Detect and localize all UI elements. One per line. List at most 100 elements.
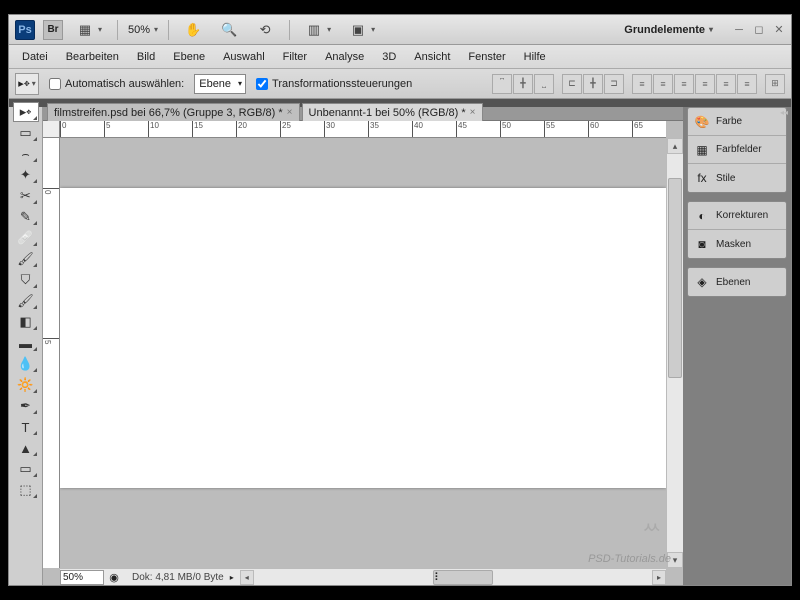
rotate-icon: ⟲ [256, 21, 274, 39]
horizontal-scroll-track[interactable]: ⠇ [254, 570, 652, 585]
screen-icon: ▣ [349, 21, 367, 39]
move-tool[interactable]: ▸✥ [13, 102, 39, 122]
stile-icon: fx [694, 170, 710, 186]
tab-label: Unbenannt-1 bei 50% (RGB/8) * [309, 107, 466, 119]
blur-tool[interactable]: 💧 [13, 354, 39, 374]
tab-close-icon[interactable]: × [287, 107, 293, 118]
panel-label: Farbfelder [716, 144, 762, 155]
distribute-top-button[interactable]: ≡ [632, 74, 652, 94]
close-button[interactable]: ✕ [773, 24, 785, 36]
menu-auswahl[interactable]: Auswahl [214, 47, 274, 67]
menu-hilfe[interactable]: Hilfe [515, 47, 555, 67]
rotate-view-button[interactable]: ⟲ [251, 20, 279, 40]
pen-tool[interactable]: ✒ [13, 396, 39, 416]
gradient-tool[interactable]: ▬ [13, 333, 39, 353]
watermark-text: PSD-Tutorials.de [588, 553, 671, 565]
type-tool[interactable]: T [13, 417, 39, 437]
document-tab[interactable]: filmstreifen.psd bei 66,7% (Gruppe 3, RG… [47, 103, 300, 121]
minimize-button[interactable]: ─ [733, 24, 745, 36]
panel-farbe[interactable]: 🎨Farbe [688, 108, 786, 136]
align-top-button[interactable]: ⎴ [492, 74, 512, 94]
transform-controls-checkbox[interactable]: Transformationssteuerungen [256, 78, 412, 90]
vertical-scrollbar[interactable]: ▴ ▾ [666, 138, 683, 568]
zoom-selector[interactable]: 50% [128, 24, 158, 36]
magic-wand-tool[interactable]: ✦ [13, 165, 39, 185]
document-tab[interactable]: Unbenannt-1 bei 50% (RGB/8) * × [302, 103, 483, 121]
screen-mode-button[interactable]: ▣ [344, 20, 380, 40]
brush-tool[interactable]: 🖌 [13, 249, 39, 269]
masken-icon: ◙ [694, 236, 710, 252]
align-right-button[interactable]: ⊐ [604, 74, 624, 94]
workspace-selector[interactable]: Grundelemente [620, 24, 717, 36]
distribute-right-button[interactable]: ≡ [737, 74, 757, 94]
horizontal-scroll-thumb[interactable]: ⠇ [433, 570, 493, 585]
menu-fenster[interactable]: Fenster [459, 47, 514, 67]
dodge-tool[interactable]: 🔆 [13, 375, 39, 395]
align-hcenter-button[interactable]: ╋ [583, 74, 603, 94]
current-tool-indicator[interactable]: ▸✥ [15, 73, 39, 95]
auto-select-dropdown[interactable]: Ebene [194, 74, 246, 94]
status-icon[interactable]: ◉ [104, 571, 124, 584]
panel-masken[interactable]: ◙Masken [688, 230, 786, 258]
panel-stile[interactable]: fxStile [688, 164, 786, 192]
view-extras-button[interactable]: ▦ [71, 20, 107, 40]
crop-tool[interactable]: ✂ [13, 186, 39, 206]
menu-3d[interactable]: 3D [373, 47, 405, 67]
3d-tool[interactable]: ⬚ [13, 480, 39, 500]
ebenen-icon: ◈ [694, 274, 710, 290]
path-selection-tool[interactable]: ▲ [13, 438, 39, 458]
scroll-left-arrow-icon[interactable]: ◂ [240, 570, 254, 585]
menu-datei[interactable]: Datei [13, 47, 57, 67]
horizontal-ruler[interactable]: 0510152025303540455055606570 [60, 121, 666, 138]
align-group: ⎴ ╋ ⎵ ⊏ ╋ ⊐ ≡ ≡ ≡ ≡ ≡ ≡ ⊞ [492, 74, 785, 94]
vertical-ruler[interactable]: 05 [43, 138, 60, 568]
healing-brush-tool[interactable]: 🩹 [13, 228, 39, 248]
auto-select-checkbox[interactable]: Automatisch auswählen: [49, 78, 184, 90]
magnifier-icon: 🔍 [220, 21, 238, 39]
vertical-scroll-thumb[interactable] [668, 178, 682, 378]
history-brush-tool[interactable]: 🖌 [13, 291, 39, 311]
auto-select-input[interactable] [49, 78, 61, 90]
menu-bearbeiten[interactable]: Bearbeiten [57, 47, 128, 67]
menu-ansicht[interactable]: Ansicht [405, 47, 459, 67]
panel-ebenen[interactable]: ◈Ebenen [688, 268, 786, 296]
clone-stamp-tool[interactable]: ⛉ [13, 270, 39, 290]
collapse-panels-icon[interactable]: ◂◂ [780, 108, 788, 117]
hand-tool-button[interactable]: ✋ [179, 20, 207, 40]
align-bottom-button[interactable]: ⎵ [534, 74, 554, 94]
transform-controls-input[interactable] [256, 78, 268, 90]
menu-analyse[interactable]: Analyse [316, 47, 373, 67]
eraser-tool[interactable]: ◧ [13, 312, 39, 332]
panel-korrekturen[interactable]: ◐Korrekturen [688, 202, 786, 230]
scroll-right-arrow-icon[interactable]: ▸ [652, 570, 666, 585]
document-canvas[interactable] [60, 188, 666, 488]
eyedropper-tool[interactable]: ✎ [13, 207, 39, 227]
distribute-vcenter-button[interactable]: ≡ [653, 74, 673, 94]
tab-close-icon[interactable]: × [470, 107, 476, 118]
zoom-tool-button[interactable]: 🔍 [215, 20, 243, 40]
maximize-button[interactable]: ◻ [753, 24, 765, 36]
marquee-tool[interactable]: ▭ [13, 123, 39, 143]
status-arrow-icon[interactable]: ▸ [224, 573, 240, 582]
menu-filter[interactable]: Filter [274, 47, 316, 67]
distribute-hcenter-button[interactable]: ≡ [716, 74, 736, 94]
align-vcenter-button[interactable]: ╋ [513, 74, 533, 94]
menu-bild[interactable]: Bild [128, 47, 164, 67]
bridge-logo-icon[interactable]: Br [43, 20, 63, 40]
panel-farbfelder[interactable]: ▦Farbfelder [688, 136, 786, 164]
photoshop-logo-icon[interactable]: Ps [15, 20, 35, 40]
auto-align-button[interactable]: ⊞ [765, 74, 785, 94]
scroll-up-arrow-icon[interactable]: ▴ [667, 138, 683, 154]
arrange-documents-button[interactable]: ▥ [300, 20, 336, 40]
lasso-tool[interactable]: ⌢ [13, 144, 39, 164]
menu-ebene[interactable]: Ebene [164, 47, 214, 67]
distribute-left-button[interactable]: ≡ [695, 74, 715, 94]
panels-dock: ◂◂ 🎨Farbe▦FarbfelderfxStile◐Korrekturen◙… [683, 99, 791, 585]
align-left-button[interactable]: ⊏ [562, 74, 582, 94]
distribute-bottom-button[interactable]: ≡ [674, 74, 694, 94]
canvas-scroll-area[interactable] [60, 138, 666, 568]
document-info[interactable]: Dok: 4,81 MB/0 Byte [124, 572, 224, 583]
ruler-origin[interactable] [43, 121, 60, 138]
zoom-input[interactable]: 50% [60, 570, 104, 585]
shape-tool[interactable]: ▭ [13, 459, 39, 479]
